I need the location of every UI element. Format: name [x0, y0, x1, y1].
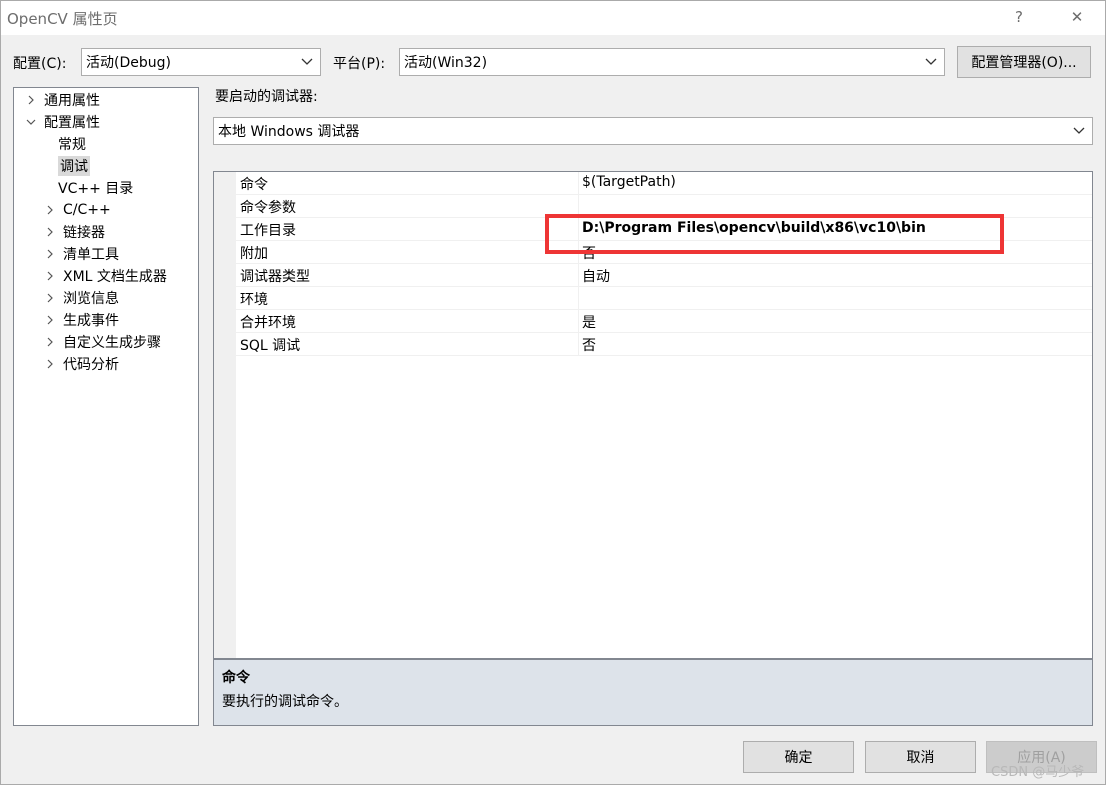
property-row[interactable]: 命令 $(TargetPath): [236, 172, 1092, 195]
chevron-down-icon[interactable]: [24, 115, 38, 129]
chevron-right-icon[interactable]: [43, 335, 57, 349]
properties-dialog: OpenCV 属性页 ? ✕ 配置(C): 活动(Debug) 平台(P): 活…: [0, 0, 1106, 785]
chevron-right-icon[interactable]: [43, 313, 57, 327]
chevron-right-icon[interactable]: [24, 93, 38, 107]
chevron-down-icon: [301, 58, 313, 65]
debugger-combo-value: 本地 Windows 调试器: [218, 124, 360, 140]
column-divider: [578, 310, 579, 333]
column-divider: [578, 333, 579, 356]
tree-item[interactable]: 配置属性: [24, 111, 100, 133]
tree-item-label: 代码分析: [63, 357, 119, 373]
config-label: 配置(C):: [13, 56, 67, 72]
debugger-combo[interactable]: 本地 Windows 调试器: [213, 117, 1093, 145]
tree-item[interactable]: 自定义生成步骤: [43, 331, 161, 353]
tree-item[interactable]: 代码分析: [43, 353, 119, 375]
description-text: 要执行的调试命令。: [222, 694, 348, 710]
property-name: SQL 调试: [240, 338, 301, 354]
tree-item-label: 生成事件: [63, 313, 119, 329]
description-title: 命令: [222, 670, 250, 686]
property-row[interactable]: 环境: [236, 287, 1092, 310]
tree-item[interactable]: 清单工具: [43, 243, 119, 265]
tree-item-label: 配置属性: [44, 115, 100, 131]
tree-item[interactable]: VC++ 目录: [58, 177, 133, 199]
column-divider: [578, 172, 579, 195]
tree-item-label: 清单工具: [63, 247, 119, 263]
tree-item[interactable]: XML 文档生成器: [43, 265, 167, 287]
tree-item-label: XML 文档生成器: [63, 269, 167, 285]
help-button[interactable]: ?: [996, 1, 1042, 33]
chevron-right-icon[interactable]: [43, 247, 57, 261]
config-combo-value: 活动(Debug): [86, 55, 171, 71]
category-tree: 通用属性配置属性常规调试 VC++ 目录 C/C++ 链接器清单工具 XML 文档生成器…: [13, 87, 199, 726]
chevron-right-icon[interactable]: [43, 357, 57, 371]
tree-item-label: 常规: [58, 137, 86, 153]
tree-item-label: 调试: [58, 156, 90, 176]
close-button[interactable]: ✕: [1054, 1, 1100, 33]
tree-item-label: VC++ 目录: [58, 181, 134, 197]
chevron-right-icon[interactable]: [43, 225, 57, 239]
tree-item[interactable]: 生成事件: [43, 309, 119, 331]
tree-item[interactable]: 常规: [58, 133, 86, 155]
config-manager-button[interactable]: 配置管理器(O)...: [957, 46, 1091, 78]
tree-item-label: 通用属性: [44, 93, 100, 109]
property-value[interactable]: 否: [582, 335, 596, 355]
tree-item-label: 链接器: [63, 225, 105, 241]
cancel-button[interactable]: 取消: [865, 741, 976, 773]
property-row[interactable]: SQL 调试 否: [236, 333, 1092, 356]
chevron-right-icon[interactable]: [43, 203, 57, 217]
tree-item[interactable]: 浏览信息: [43, 287, 119, 309]
chevron-down-icon: [1073, 127, 1085, 134]
property-name: 附加: [240, 246, 268, 262]
property-name: 调试器类型: [240, 269, 310, 285]
chevron-down-icon: [925, 58, 937, 65]
platform-combo[interactable]: 活动(Win32): [399, 48, 945, 76]
tree-item-label: C/C++: [63, 202, 111, 218]
platform-label: 平台(P):: [333, 56, 386, 72]
config-combo[interactable]: 活动(Debug): [81, 48, 321, 76]
column-divider: [578, 287, 579, 310]
property-row[interactable]: 合并环境 是: [236, 310, 1092, 333]
tree-item-label: 自定义生成步骤: [63, 335, 161, 351]
property-name: 命令参数: [240, 200, 296, 216]
red-highlight-box: [545, 214, 1004, 254]
window-title: OpenCV 属性页: [7, 10, 118, 28]
chevron-right-icon[interactable]: [43, 269, 57, 283]
tree-item[interactable]: 调试: [58, 155, 90, 177]
property-value[interactable]: $(TargetPath): [582, 174, 676, 190]
grid-gutter: [214, 172, 236, 658]
title-bar: OpenCV 属性页 ? ✕: [1, 1, 1105, 35]
chevron-right-icon[interactable]: [43, 291, 57, 305]
property-value[interactable]: 自动: [582, 266, 610, 286]
tree-item-label: 浏览信息: [63, 291, 119, 307]
property-row[interactable]: 调试器类型 自动: [236, 264, 1092, 287]
property-name: 命令: [240, 177, 268, 193]
ok-button[interactable]: 确定: [743, 741, 854, 773]
property-name: 环境: [240, 292, 268, 308]
debugger-label: 要启动的调试器:: [215, 89, 318, 105]
tree-item[interactable]: 链接器: [43, 221, 105, 243]
column-divider: [578, 264, 579, 287]
tree-item[interactable]: C/C++: [43, 199, 111, 221]
platform-combo-value: 活动(Win32): [404, 55, 488, 71]
tree-item[interactable]: 通用属性: [24, 89, 100, 111]
description-panel: 命令 要执行的调试命令。: [213, 659, 1093, 726]
property-value[interactable]: 是: [582, 312, 596, 332]
property-name: 工作目录: [240, 223, 296, 239]
property-name: 合并环境: [240, 315, 296, 331]
watermark: CSDN @马少爷: [991, 765, 1085, 780]
